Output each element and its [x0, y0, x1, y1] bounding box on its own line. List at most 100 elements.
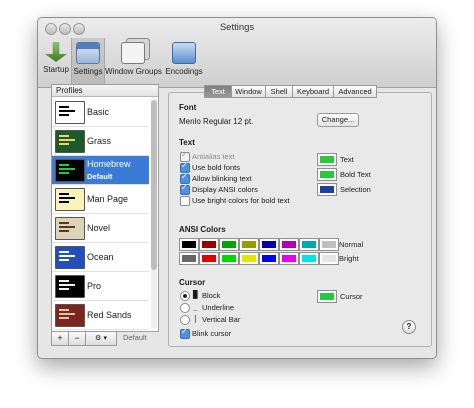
toolbar-window-groups[interactable]: Window Groups [105, 38, 162, 86]
profile-name: Pro [87, 281, 102, 291]
ansi-normal-color-well[interactable] [219, 238, 239, 251]
profile-thumbnail [55, 101, 85, 124]
text-color-label: Text [340, 155, 354, 164]
settings-icon [76, 42, 100, 64]
profile-actions-gear-button[interactable]: ⚙ ▾ [85, 331, 117, 346]
tab-text[interactable]: Text [204, 85, 232, 98]
cursor-heading: Cursor [179, 278, 206, 287]
text-option-label: Allow blinking text [192, 174, 252, 183]
profile-item[interactable]: Pro [52, 272, 149, 301]
text-option-checkbox[interactable] [180, 196, 190, 206]
profile-thumbnail [55, 246, 85, 269]
profile-thumbnail [55, 275, 85, 298]
text-color-well[interactable] [317, 183, 337, 196]
profile-thumbnail [55, 217, 85, 240]
ansi-colors-heading: ANSI Colors [179, 225, 226, 234]
cursor-style-label: Block [202, 291, 221, 300]
text-color-well[interactable] [317, 153, 337, 166]
profile-item[interactable]: Grass [52, 127, 149, 156]
cursor-style-label: Vertical Bar [202, 315, 241, 324]
change-font-button[interactable]: Change... [317, 113, 359, 127]
toolbar-encodings[interactable]: Encodings [164, 38, 204, 86]
profile-item[interactable]: Novel [52, 214, 149, 243]
profile-name: Novel [87, 223, 111, 233]
ansi-bright-color-well[interactable] [279, 252, 299, 265]
ansi-normal-color-well[interactable] [299, 238, 319, 251]
text-heading: Text [179, 138, 195, 147]
settings-window: Settings Startup Settings Window Groups … [37, 17, 437, 359]
ansi-normal-color-well[interactable] [259, 238, 279, 251]
profile-item[interactable]: Homebrew Default [52, 156, 149, 185]
text-color-well[interactable] [317, 168, 337, 181]
ansi-bright-color-well[interactable] [219, 252, 239, 265]
ansi-bright-color-well[interactable] [259, 252, 279, 265]
window-title: Settings [219, 22, 255, 33]
cursor-color-label: Cursor [340, 292, 363, 301]
cursor-style-radio[interactable] [180, 291, 190, 301]
ansi-normal-label: Normal [339, 240, 364, 249]
profile-item[interactable]: Basic [52, 98, 149, 127]
add-profile-button[interactable]: + [51, 331, 69, 346]
window-groups-icon [120, 42, 145, 64]
blink-cursor-checkbox[interactable] [180, 327, 190, 339]
cursor-color-well[interactable] [317, 290, 337, 303]
ansi-bright-color-well[interactable] [319, 252, 339, 265]
ansi-bright-color-well[interactable] [179, 252, 199, 265]
font-heading: Font [179, 103, 197, 112]
profile-name: Grass [87, 136, 112, 146]
profile-name: Homebrew [87, 159, 131, 169]
text-option-label: Use bold fonts [192, 163, 240, 172]
title-bar: Settings Startup Settings Window Groups … [38, 18, 436, 88]
profile-default-label: Default [87, 172, 113, 181]
profile-item[interactable]: Man Page [52, 185, 149, 214]
scrollbar-thumb[interactable] [151, 100, 157, 270]
profiles-header: Profiles [52, 85, 158, 97]
text-option-label: Display ANSI colors [192, 185, 258, 194]
tab-shell[interactable]: Shell [265, 85, 293, 98]
profiles-scrollbar[interactable] [151, 98, 157, 328]
default-profile-button[interactable]: Default [123, 333, 147, 342]
ansi-bright-color-well[interactable] [299, 252, 319, 265]
ansi-normal-color-well[interactable] [199, 238, 219, 251]
profile-thumbnail [55, 304, 85, 327]
ansi-normal-color-well[interactable] [239, 238, 259, 251]
remove-profile-button[interactable]: − [68, 331, 86, 346]
profile-name: Ocean [87, 252, 114, 262]
text-option-label: Antialias text [192, 152, 235, 161]
tab-keyboard[interactable]: Keyboard [292, 85, 334, 98]
cursor-style-label: Underline [202, 303, 235, 312]
cursor-style-glyph: | [193, 314, 198, 323]
blink-cursor-label: Blink cursor [192, 329, 232, 338]
ansi-bright-color-well[interactable] [199, 252, 219, 265]
toolbar-settings[interactable]: Settings [71, 38, 105, 86]
profile-item[interactable]: Ocean [52, 243, 149, 272]
profile-thumbnail [55, 159, 85, 182]
profile-item[interactable]: Red Sands [52, 301, 149, 330]
ansi-normal-color-well[interactable] [279, 238, 299, 251]
tab-advanced[interactable]: Advanced [333, 85, 377, 98]
startup-icon [45, 42, 67, 62]
profiles-toolbar: + − ⚙ ▾ Default [51, 331, 157, 346]
cursor-style-radio[interactable] [180, 303, 190, 313]
toolbar-startup[interactable]: Startup [41, 38, 71, 86]
profile-thumbnail [55, 130, 85, 153]
text-color-label: Selection [340, 185, 371, 194]
tab-window[interactable]: Window [231, 85, 266, 98]
text-option-checkbox[interactable] [180, 183, 190, 195]
ansi-normal-color-well[interactable] [319, 238, 339, 251]
ansi-bright-color-well[interactable] [239, 252, 259, 265]
encodings-icon [172, 42, 196, 64]
text-settings-panel: Font Menlo Regular 12 pt. Change... Text… [168, 92, 432, 347]
text-option-label: Use bright colors for bold text [192, 196, 290, 205]
help-button[interactable]: ? [402, 320, 416, 334]
ansi-normal-color-well[interactable] [179, 238, 199, 251]
cursor-style-radio[interactable] [180, 315, 190, 325]
profiles-list: Profiles Basic Grass Homebrew Default Man Pa… [51, 84, 159, 332]
profile-name: Red Sands [87, 310, 132, 320]
profile-thumbnail [55, 188, 85, 211]
cursor-style-glyph: _ [193, 302, 198, 311]
ansi-bright-label: Bright [339, 254, 359, 263]
cursor-style-glyph: █ [193, 290, 198, 299]
font-value: Menlo Regular 12 pt. [179, 117, 254, 126]
profile-name: Man Page [87, 194, 129, 204]
